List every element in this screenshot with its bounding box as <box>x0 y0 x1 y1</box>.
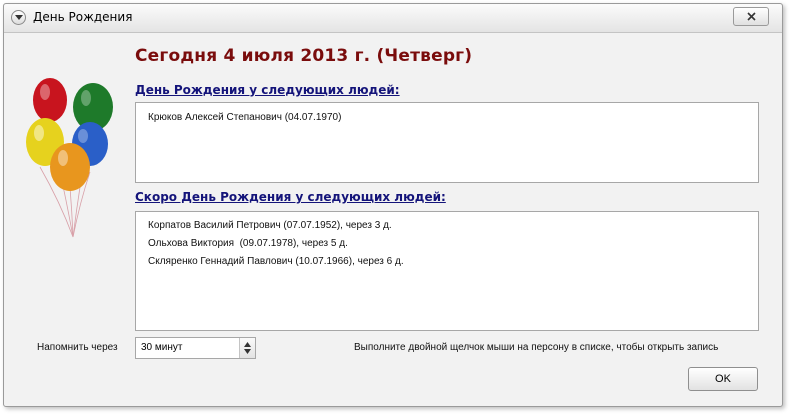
spin-buttons[interactable] <box>239 338 255 358</box>
window-menu-button[interactable] <box>11 10 26 25</box>
list-item[interactable]: Крюков Алексей Степанович (04.07.1970) <box>136 109 758 127</box>
chevron-up-icon[interactable] <box>244 342 251 347</box>
birthday-dialog: День Рождения Сегодня 4 июля 2013 г. (Че… <box>3 3 783 407</box>
upcoming-birthdays-label: Скоро День Рождения у следующих людей: <box>135 190 446 204</box>
window-title: День Рождения <box>33 10 133 24</box>
remind-interval-value: 30 минут <box>141 342 183 353</box>
list-item[interactable]: Корпатов Василий Петрович (07.07.1952), … <box>136 217 758 235</box>
chevron-down-icon <box>15 15 23 20</box>
list-item[interactable]: Ольхова Виктория (09.07.1978), через 5 д… <box>136 235 758 253</box>
today-birthdays-label: День Рождения у следующих людей: <box>135 83 400 97</box>
today-date-heading: Сегодня 4 июля 2013 г. (Четверг) <box>135 46 473 66</box>
list-item[interactable]: Скляренко Геннадий Павлович (10.07.1966)… <box>136 253 758 271</box>
ok-button[interactable]: OK <box>688 367 758 391</box>
remind-interval-select[interactable]: 30 минут <box>135 337 256 359</box>
close-icon <box>747 12 756 21</box>
balloons-icon <box>26 78 113 238</box>
open-record-hint: Выполните двойной щелчок мыши на персону… <box>354 342 719 353</box>
upcoming-birthdays-list[interactable]: Корпатов Василий Петрович (07.07.1952), … <box>135 211 759 331</box>
today-birthdays-list[interactable]: Крюков Алексей Степанович (04.07.1970) <box>135 102 759 183</box>
close-button[interactable] <box>733 7 769 26</box>
chevron-down-icon[interactable] <box>244 349 251 354</box>
title-bar: День Рождения <box>4 4 782 33</box>
remind-label: Напомнить через <box>37 342 118 353</box>
